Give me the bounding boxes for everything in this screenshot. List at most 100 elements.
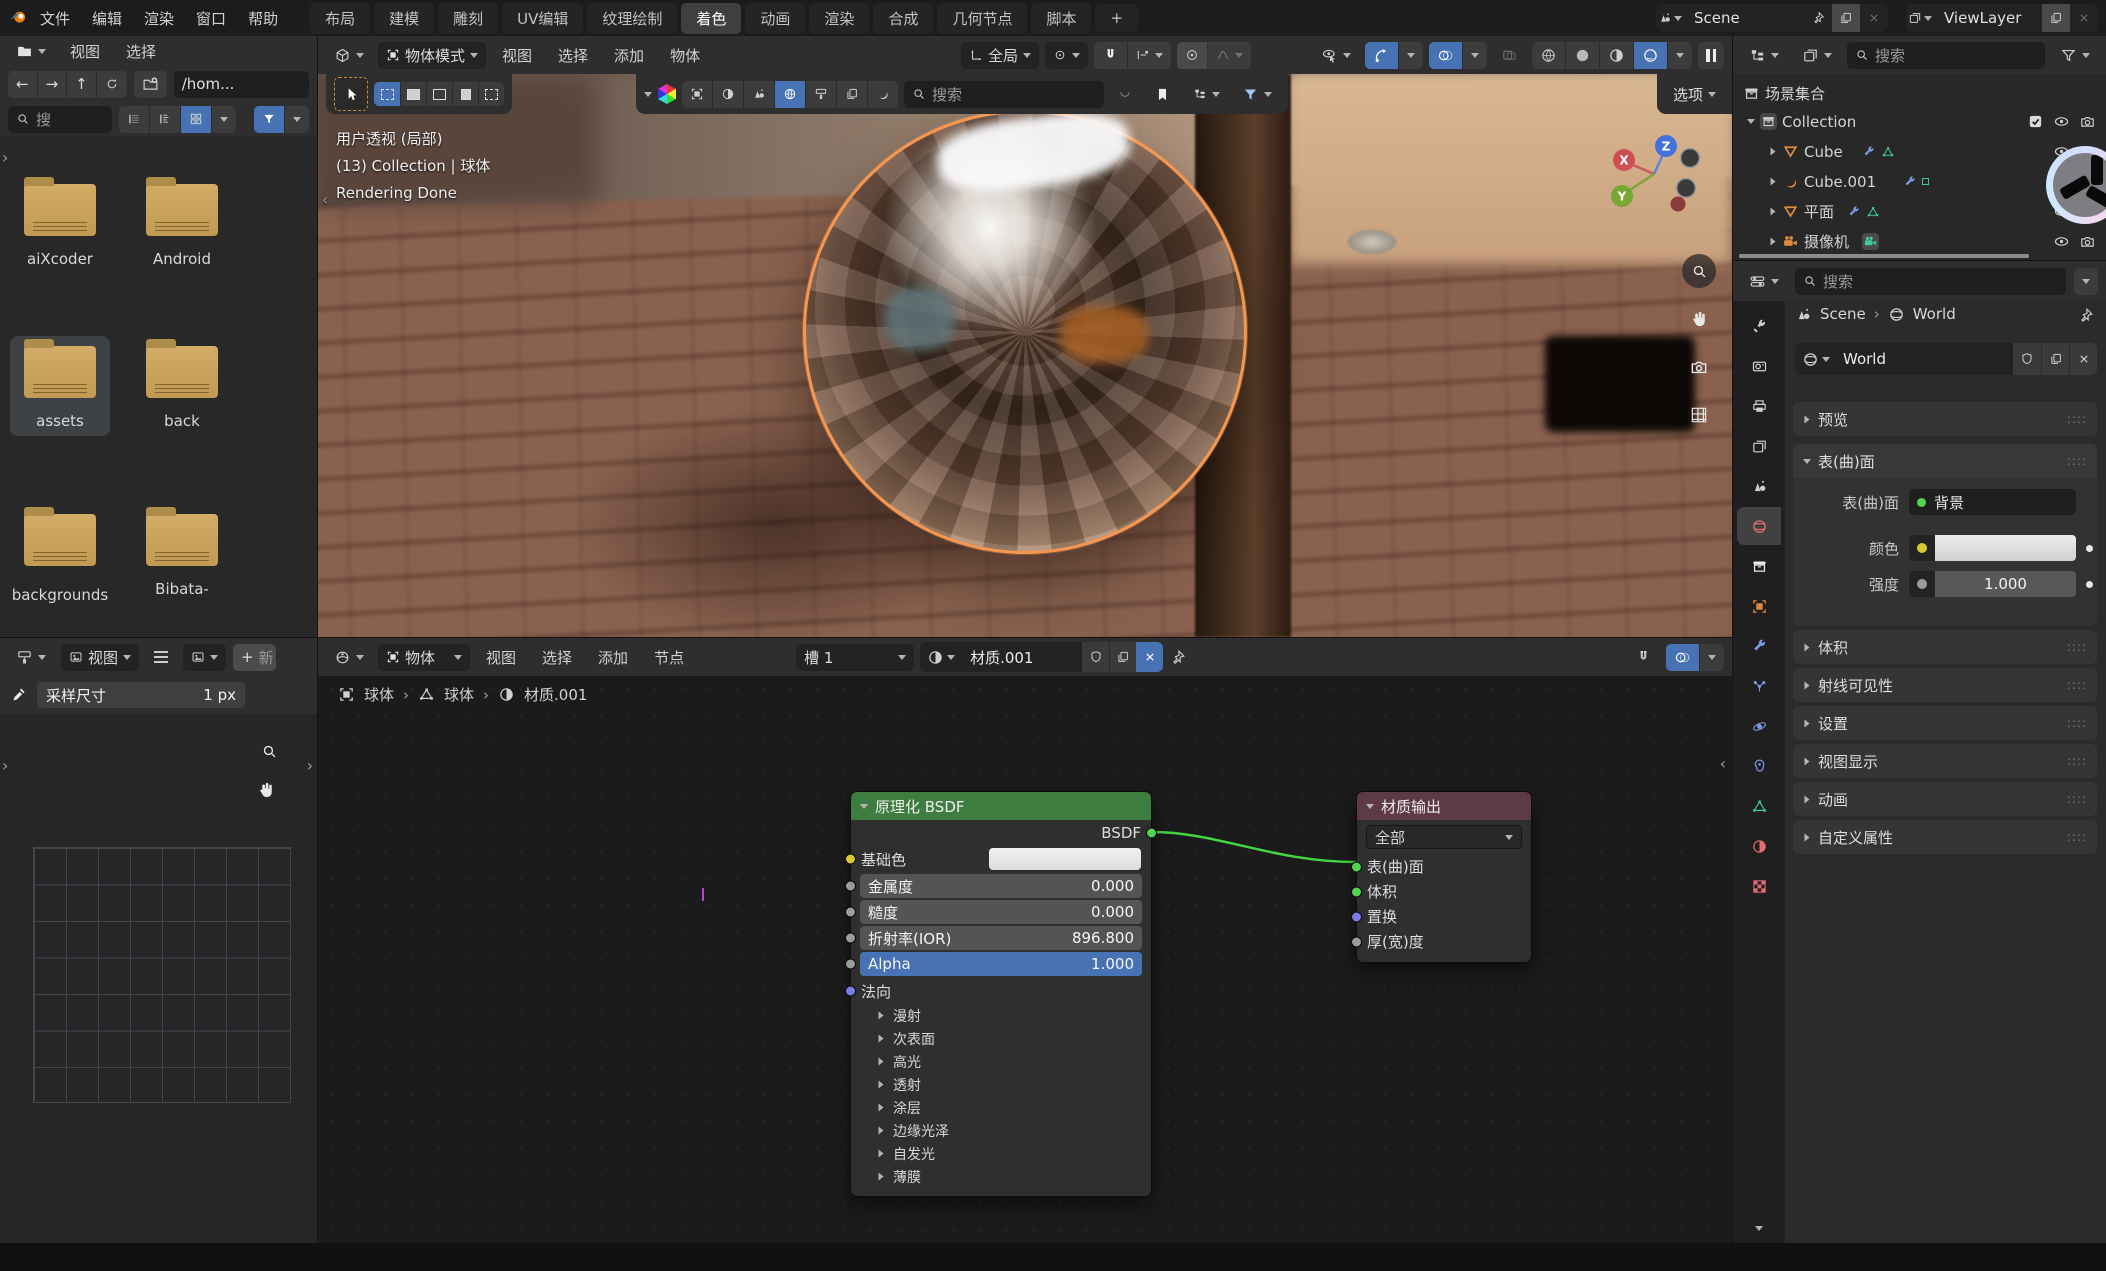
shader-menu-select[interactable]: 选择 <box>532 644 582 670</box>
outliner-row-scene-collection[interactable]: 场景集合 <box>1733 80 2106 107</box>
tab-compositing[interactable]: 合成 <box>873 3 933 34</box>
viewport-menu-select[interactable]: 选择 <box>548 42 598 68</box>
panel-preview[interactable]: 预览:::: <box>1793 402 2097 436</box>
pause-render-button[interactable] <box>1698 42 1724 69</box>
navigation-gizmo[interactable]: Z X Y <box>1602 132 1712 242</box>
hide-eye-icon[interactable] <box>2053 233 2070 250</box>
roughness-slider[interactable]: 糙度 0.000 <box>860 900 1142 924</box>
viewport-canvas[interactable]: 搜索 选项 用户透视 (局部) (13) Collection | 球体 Ren… <box>318 74 1732 637</box>
orthographic-grid-button[interactable] <box>1682 398 1716 432</box>
material-browse-button[interactable] <box>920 642 962 672</box>
file-tile-backgrounds[interactable]: backgrounds <box>10 514 110 604</box>
camera-view-button[interactable] <box>1682 350 1716 384</box>
shader-menu-add[interactable]: 添加 <box>588 644 638 670</box>
section-coat[interactable]: 涂层 <box>851 1096 1151 1119</box>
tab-uv-editing[interactable]: UV编辑 <box>502 3 583 34</box>
base-color-swatch[interactable] <box>989 848 1141 870</box>
scene-new-button[interactable] <box>1832 4 1860 32</box>
outliner-display-mode-button[interactable] <box>1794 42 1840 69</box>
tab-constraints[interactable] <box>1737 747 1781 785</box>
roughness-socket[interactable] <box>845 907 856 918</box>
display-list-vertical-button[interactable] <box>119 106 149 133</box>
display-list-horizontal-button[interactable] <box>149 106 180 133</box>
material-fake-user-button[interactable] <box>1082 642 1109 672</box>
file-tile-back[interactable]: back <box>132 346 232 430</box>
forward-button[interactable]: → <box>37 71 67 98</box>
tab-sculpting[interactable]: 雕刻 <box>438 3 498 34</box>
filter-toggle-button[interactable] <box>254 106 284 133</box>
tab-scripting[interactable]: 脚本 <box>1031 3 1091 34</box>
section-subsurface[interactable]: 次表面 <box>851 1027 1151 1050</box>
new-image-button[interactable]: +新 <box>233 644 276 671</box>
tab-animation[interactable]: 动画 <box>745 3 805 34</box>
new-folder-button[interactable] <box>134 71 167 98</box>
toolbar-region-toggle[interactable]: ‹ <box>322 190 328 209</box>
tab-shading[interactable]: 着色 <box>681 3 741 34</box>
tab-object[interactable] <box>1737 587 1781 625</box>
arc-icon[interactable] <box>1110 81 1140 108</box>
image-browse-button[interactable] <box>183 644 226 671</box>
image-menu-hamburger[interactable] <box>146 644 176 671</box>
hook-icon[interactable] <box>867 81 898 108</box>
viewlayer-delete-button[interactable] <box>2070 4 2098 32</box>
fake-user-shield-button[interactable] <box>2013 343 2041 375</box>
bsdf-node-header[interactable]: 原理化 BSDF <box>851 792 1151 820</box>
surface-shader-select[interactable]: 背景 <box>1909 489 2076 515</box>
bookmark-icon[interactable] <box>1146 81 1179 108</box>
expand-chevron-icon[interactable] <box>1771 238 1776 246</box>
tab-texture[interactable] <box>1737 867 1781 905</box>
tab-material[interactable] <box>1737 827 1781 865</box>
tab-geometry-nodes[interactable]: 几何节点 <box>937 3 1027 34</box>
bsdf-output-socket[interactable] <box>1146 828 1157 839</box>
tab-layout[interactable]: 布局 <box>310 3 370 34</box>
file-tile-aiXcoder[interactable]: aiXcoder <box>10 184 110 268</box>
breadcrumb-mesh[interactable]: 球体 <box>444 684 474 705</box>
modifier-wrench-icon[interactable] <box>1903 175 1917 189</box>
transform-orientation-select[interactable]: 全局 <box>961 42 1039 69</box>
viewport-menu-object[interactable]: 物体 <box>660 42 710 68</box>
tool-search-input[interactable]: 搜索 <box>904 81 1104 108</box>
tab-output[interactable] <box>1737 387 1781 425</box>
select-mode-intersect[interactable] <box>478 82 504 106</box>
mesh-data-icon[interactable] <box>1866 205 1880 219</box>
tab-rendering[interactable]: 渲染 <box>809 3 869 34</box>
viewlayer-new-button[interactable] <box>2042 4 2070 32</box>
mesh-data-icon[interactable] <box>1881 145 1895 159</box>
menu-help[interactable]: 帮助 <box>238 5 288 31</box>
shader-sidebar-toggle[interactable]: ‹ <box>1720 754 1726 773</box>
disable-render-camera-icon[interactable] <box>2079 233 2096 250</box>
file-browser-editor-type-button[interactable] <box>8 38 54 65</box>
scene-name[interactable]: Scene <box>1684 9 1804 27</box>
node-material-output[interactable]: 材质输出 全部 表(曲)面 体积 置换 厚(宽)度 <box>1356 791 1532 963</box>
image-sidebar-toggle[interactable]: › <box>307 756 313 775</box>
tab-view-layer[interactable] <box>1737 427 1781 465</box>
material-name-field[interactable]: 材质.001 <box>962 647 1082 668</box>
gizmo-x-neg[interactable] <box>1681 149 1700 168</box>
gizmo-z-neg[interactable] <box>1671 197 1686 212</box>
alpha-socket[interactable] <box>845 959 856 970</box>
material-slot-select[interactable]: 槽 1 <box>796 644 914 671</box>
sample-size-slider[interactable]: 采样尺寸 1 px <box>37 682 245 708</box>
viewport-editor-type-button[interactable] <box>326 42 372 69</box>
back-button[interactable]: ← <box>8 71 37 98</box>
shader-type-select[interactable]: 物体 <box>378 644 470 671</box>
material-unlink-button[interactable] <box>1136 642 1163 672</box>
world-name-field[interactable]: World <box>1837 350 2013 368</box>
camera-data-icon[interactable] <box>1862 233 1879 250</box>
displacement-input-socket[interactable] <box>1351 911 1362 922</box>
image-toolbar-toggle[interactable]: › <box>2 756 8 775</box>
add-workspace-button[interactable]: + <box>1095 4 1138 32</box>
show-gizmo-toggle[interactable] <box>1365 42 1398 69</box>
tab-world[interactable] <box>1737 507 1781 545</box>
viewlayer-browse-button[interactable] <box>1906 4 1934 32</box>
panel-ray-visibility[interactable]: 射线可见性:::: <box>1793 668 2097 702</box>
breadcrumb-scene[interactable]: Scene <box>1820 305 1866 323</box>
xray-toggle[interactable] <box>1493 42 1526 69</box>
section-diffuse[interactable]: 漫射 <box>851 1004 1151 1027</box>
strength-slider[interactable]: 1.000 <box>1935 571 2076 597</box>
file-search-input[interactable]: 搜 <box>8 106 112 133</box>
pages-icon[interactable] <box>836 81 867 108</box>
image-zoom-button[interactable] <box>252 734 286 768</box>
hide-eye-icon[interactable] <box>2053 113 2070 130</box>
scene-pin-icon[interactable] <box>1804 4 1832 32</box>
